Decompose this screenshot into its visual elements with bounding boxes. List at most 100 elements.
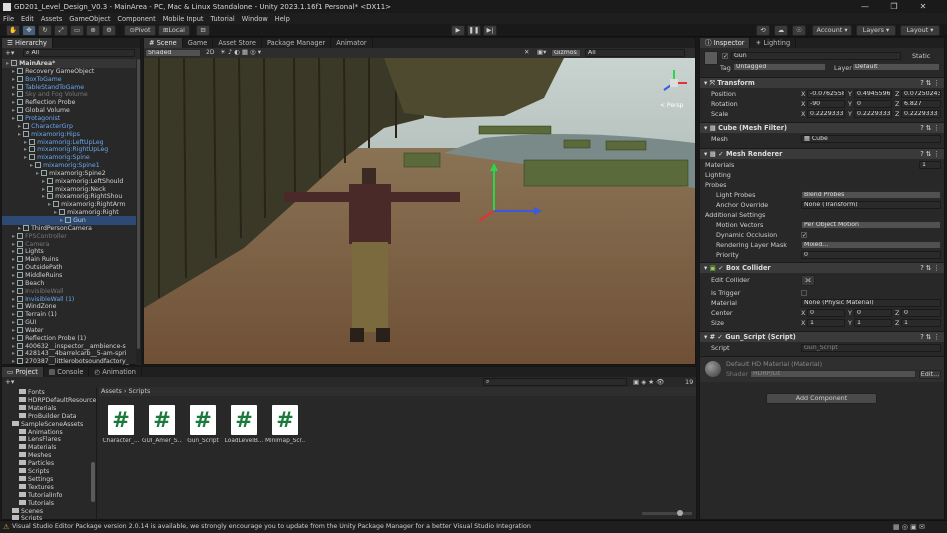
menu-mobile-input[interactable]: Mobile Input <box>163 15 204 23</box>
layer-dropdown[interactable]: Default <box>852 63 940 71</box>
menu-gameobject[interactable]: GameObject <box>69 15 110 23</box>
size-z[interactable]: 1 <box>901 319 941 327</box>
layout-dropdown[interactable]: Layout ▾ <box>900 25 940 36</box>
transform-header[interactable]: ▾ ⤧ Transform ? ⇅ ⋮ <box>700 77 944 88</box>
materials-count[interactable]: 1 <box>919 161 941 169</box>
collab-icon[interactable]: ☉ <box>792 25 806 36</box>
is-trigger-checkbox[interactable] <box>801 290 807 296</box>
camera-icon[interactable]: ▣▾ <box>537 48 546 56</box>
rotation-y[interactable]: 0 <box>854 100 892 108</box>
move-tool-icon[interactable]: ✥ <box>22 25 36 36</box>
pause-button[interactable]: ❚❚ <box>467 25 481 36</box>
folder-scrollbar[interactable] <box>91 462 95 502</box>
maximize-button[interactable]: ❐ <box>880 0 908 13</box>
tab-lighting[interactable]: ☀ Lighting <box>750 38 797 48</box>
center-z[interactable]: 0 <box>901 309 941 317</box>
hierarchy-scrollbar[interactable] <box>136 59 141 365</box>
position-x[interactable]: -0.07625589 <box>807 90 845 98</box>
hierarchy-search-input[interactable]: ⌕ All <box>23 49 135 57</box>
undo-history-icon[interactable]: ⟲ <box>756 25 770 36</box>
rotation-z[interactable]: 6.827 <box>901 100 941 108</box>
mesh-renderer-header[interactable]: ▾ ▦ ✓ Mesh Renderer? ⇅ ⋮ <box>700 148 944 159</box>
play-button[interactable]: ▶ <box>451 25 465 36</box>
lighting-row[interactable]: Lighting <box>700 170 944 180</box>
object-name-field[interactable]: Gun <box>731 52 901 60</box>
transform-tool-icon[interactable]: ⊕ <box>86 25 100 36</box>
foldout-arrow-icon[interactable]: ▸ <box>12 358 15 365</box>
asset-gun-script[interactable]: # Gun_Script <box>183 405 223 444</box>
static-toggle[interactable]: Static <box>912 52 930 60</box>
light-probes-dropdown[interactable]: Blend Probes <box>801 191 941 199</box>
layers-dropdown[interactable]: Layers ▾ <box>856 25 896 36</box>
rotate-tool-icon[interactable]: ↻ <box>38 25 52 36</box>
tab-animation[interactable]: ◴ Animation <box>89 367 142 377</box>
project-search-input[interactable]: ⌕ <box>483 378 627 386</box>
tab-inspector[interactable]: ⓘ Inspector <box>700 38 751 48</box>
hand-tool-icon[interactable]: ✋ <box>6 25 20 36</box>
tab-console[interactable]: ▤ Console <box>44 367 90 377</box>
component-menu-icon[interactable]: ? ⇅ ⋮ <box>920 78 940 89</box>
rotation-x[interactable]: -90 <box>807 100 845 108</box>
zoom-slider[interactable] <box>642 510 692 516</box>
menu-component[interactable]: Component <box>117 15 155 23</box>
account-dropdown[interactable]: Account ▾ <box>812 25 852 36</box>
shading-dropdown[interactable]: Shaded <box>145 49 201 57</box>
size-y[interactable]: 1 <box>854 319 892 327</box>
create-icon[interactable]: +▾ <box>5 378 14 386</box>
breadcrumb-assets[interactable]: Assets <box>101 387 122 395</box>
component-menu-icon[interactable]: ? ⇅ ⋮ <box>920 149 940 160</box>
close-button[interactable]: ✕ <box>909 0 937 13</box>
tab-hierarchy[interactable]: ☰ Hierarchy <box>2 38 53 48</box>
edit-collider-button[interactable]: ⟗ <box>801 275 815 286</box>
filter-icons[interactable]: ▣ ◈ ★ 👁 <box>633 378 664 386</box>
shader-dropdown[interactable]: HDRP/Lit <box>750 370 916 378</box>
tag-dropdown[interactable]: Untagged <box>733 63 826 71</box>
asset-minimap-script[interactable]: # Minimap_Scr... <box>265 405 305 444</box>
script-field[interactable]: Gun_Script <box>801 344 941 352</box>
tab-game[interactable]: Game <box>183 38 214 48</box>
tools-icon[interactable]: ✕ <box>524 48 529 56</box>
tab-scene[interactable]: # Scene <box>144 38 183 48</box>
additional-settings-row[interactable]: Additional Settings <box>700 210 944 220</box>
status-message[interactable]: Visual Studio Editor Package version 2.0… <box>12 523 531 530</box>
menu-window[interactable]: Window <box>242 15 268 23</box>
mesh-filter-header[interactable]: ▾ ▦ Cube (Mesh Filter)? ⇅ ⋮ <box>700 122 944 133</box>
pivot-toggle[interactable]: ⊙Pivot <box>124 25 156 36</box>
motion-vectors-dropdown[interactable]: Per Object Motion <box>801 221 941 229</box>
tab-project[interactable]: ▭ Project <box>2 367 44 377</box>
minimize-button[interactable]: — <box>851 0 879 13</box>
gun-script-header[interactable]: ▾ # ✓ Gun_Script (Script)? ⇅ ⋮ <box>700 331 944 342</box>
local-toggle[interactable]: ⊞Local <box>158 25 190 36</box>
dynamic-occlusion-checkbox[interactable]: ✓ <box>801 232 807 239</box>
asset-gui-script[interactable]: # GUI_Amer_S... <box>142 405 182 444</box>
add-icon[interactable]: +▾ <box>5 49 14 57</box>
scale-tool-icon[interactable]: ⤢ <box>54 25 68 36</box>
scene-search-input[interactable]: All <box>585 49 685 57</box>
rect-tool-icon[interactable]: ▭ <box>70 25 84 36</box>
cloud-icon[interactable]: ☁ <box>774 25 788 36</box>
anchor-override-field[interactable]: None (Transform) <box>801 201 941 209</box>
menu-help[interactable]: Help <box>275 15 290 23</box>
edit-shader-button[interactable]: Edit... <box>919 370 941 379</box>
box-collider-header[interactable]: ▾ ▣ ✓ Box Collider? ⇅ ⋮ <box>700 262 944 273</box>
size-x[interactable]: 1 <box>807 319 845 327</box>
materials-row[interactable]: Materials 1 <box>700 160 944 170</box>
component-menu-icon[interactable]: ? ⇅ ⋮ <box>920 332 940 343</box>
rendering-layer-mask-dropdown[interactable]: Mixed... <box>801 241 941 249</box>
custom-tool-icon[interactable]: ⚙ <box>102 25 116 36</box>
hierarchy-item[interactable]: ▸ 270387__littlerobotsoundfactory_ <box>2 357 136 365</box>
tab-asset-store[interactable]: Asset Store <box>213 38 262 48</box>
add-component-button[interactable]: Add Component <box>766 393 877 404</box>
position-y[interactable]: 0.4945596 <box>854 90 892 98</box>
menu-tutorial[interactable]: Tutorial <box>211 15 235 23</box>
breadcrumb-scripts[interactable]: Scripts <box>128 387 150 395</box>
probes-row[interactable]: Probes <box>700 180 944 190</box>
physic-material-field[interactable]: None (Physic Material) <box>801 299 941 307</box>
status-icons[interactable]: ▦ ◎ ▣ ✉ <box>893 523 925 531</box>
asset-character-script[interactable]: # Character_... <box>101 405 141 444</box>
center-y[interactable]: 0 <box>854 309 892 317</box>
priority-field[interactable]: 0 <box>801 251 941 259</box>
scene-viewport[interactable]: < Persp <box>144 58 695 364</box>
lighting-toggle-icon[interactable]: ☀ ♪ ◐ ▦ ◎ ▾ <box>220 48 261 56</box>
component-menu-icon[interactable]: ? ⇅ ⋮ <box>920 123 940 134</box>
